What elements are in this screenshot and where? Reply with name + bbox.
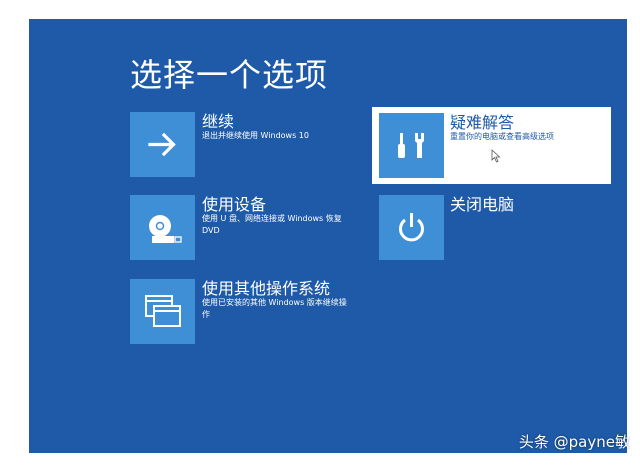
option-title: 关闭电脑	[450, 195, 515, 214]
option-turn-off[interactable]: 关闭电脑	[379, 195, 599, 260]
recovery-screen: 选择一个选项 继续 退出并继续使用 Windows 10 疑难解答 重置你的电脑…	[29, 19, 627, 453]
power-icon	[379, 195, 444, 260]
option-title: 使用其他操作系统	[202, 279, 331, 298]
option-description: 退出并继续使用 Windows 10	[202, 131, 309, 140]
option-description: 使用已安装的其他 Windows 版本继续操作	[202, 298, 347, 319]
disc-drive-icon	[130, 195, 195, 260]
windows-stack-icon	[130, 279, 195, 344]
tools-icon	[379, 113, 444, 178]
option-description: 使用 U 盘、网络连接或 Windows 恢复 DVD	[202, 214, 342, 235]
watermark: 头条 @payne敏	[518, 433, 630, 451]
option-title: 使用设备	[202, 195, 267, 214]
arrow-right-icon	[130, 112, 195, 177]
option-continue[interactable]: 继续 退出并继续使用 Windows 10	[130, 112, 350, 179]
option-troubleshoot[interactable]: 疑难解答 重置你的电脑或查看高级选项	[379, 113, 609, 178]
option-use-device[interactable]: 使用设备 使用 U 盘、网络连接或 Windows 恢复 DVD	[130, 195, 350, 260]
option-title: 继续	[202, 112, 235, 131]
page-title: 选择一个选项	[130, 56, 329, 94]
mouse-cursor-icon	[491, 149, 501, 163]
option-description: 重置你的电脑或查看高级选项	[450, 132, 554, 141]
option-title: 疑难解答	[450, 113, 515, 132]
option-other-os[interactable]: 使用其他操作系统 使用已安装的其他 Windows 版本继续操作	[130, 279, 350, 344]
